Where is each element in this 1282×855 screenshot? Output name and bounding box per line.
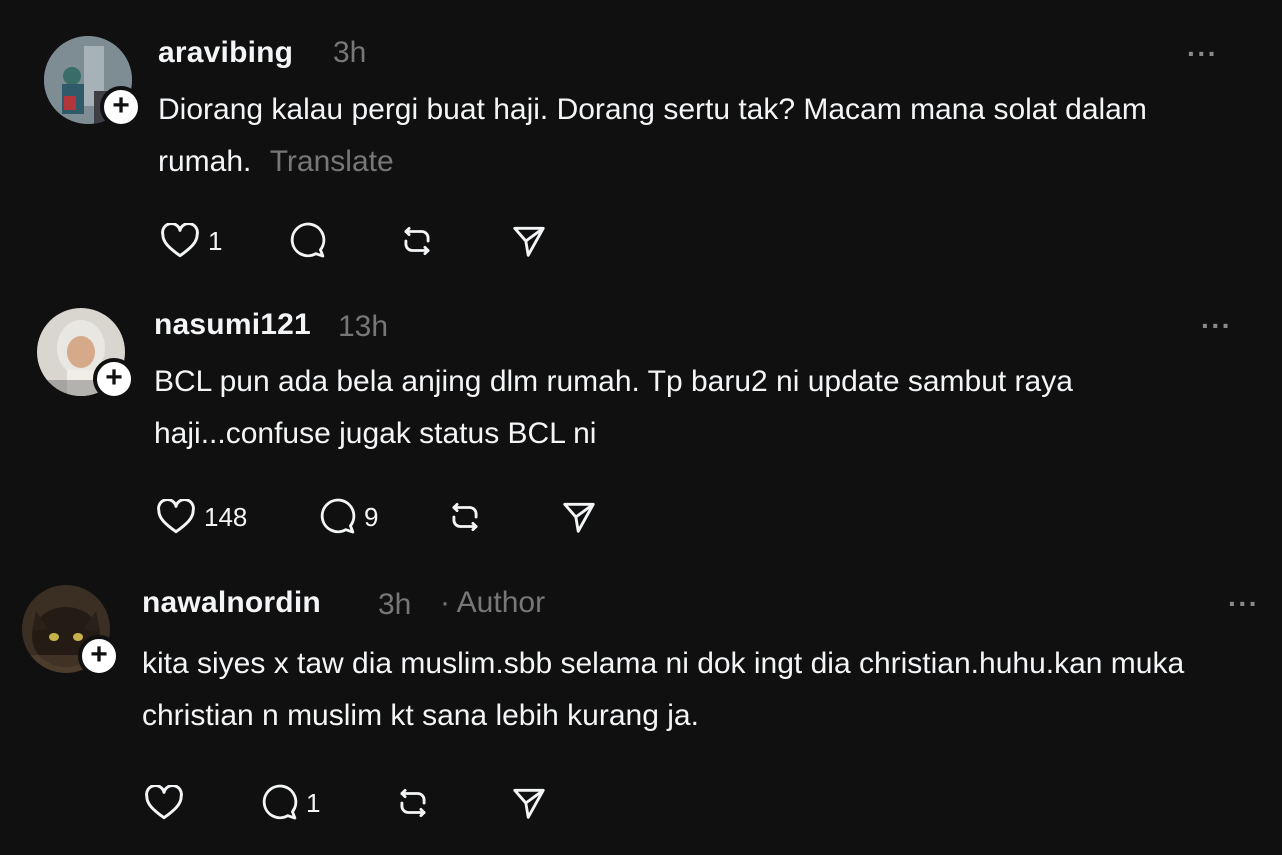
follow-button[interactable]: + — [100, 86, 142, 128]
comment-icon — [320, 498, 356, 534]
post-text: Diorang kalau pergi buat haji. Dorang se… — [158, 84, 1238, 188]
follow-button[interactable]: + — [93, 358, 135, 400]
like-count: 148 — [204, 501, 248, 532]
timestamp[interactable]: 3h — [333, 36, 366, 70]
reply-button[interactable] — [288, 216, 326, 266]
repost-button[interactable] — [446, 492, 484, 542]
avatar-wrap[interactable]: + — [37, 308, 135, 400]
share-button[interactable] — [510, 216, 548, 266]
translate-link[interactable]: Translate — [270, 145, 394, 178]
post-body: BCL pun ada bela anjing dlm rumah. Tp ba… — [154, 365, 1073, 450]
repost-icon — [400, 788, 426, 818]
send-icon — [563, 502, 595, 533]
author-tag: · Author — [440, 586, 546, 619]
share-button[interactable] — [560, 492, 598, 542]
send-icon — [513, 788, 545, 819]
plus-icon: + — [112, 88, 130, 122]
avatar-wrap[interactable]: + — [22, 585, 120, 677]
share-button[interactable] — [510, 778, 548, 828]
timestamp[interactable]: 3h — [378, 588, 411, 622]
action-bar: 1 — [158, 216, 578, 266]
follow-button[interactable]: + — [78, 635, 120, 677]
more-icon[interactable]: ··· — [1201, 310, 1232, 342]
like-button[interactable]: 148 — [156, 492, 247, 542]
username[interactable]: nawalnordin — [142, 586, 321, 620]
more-icon[interactable]: ··· — [1228, 588, 1259, 620]
reply-button[interactable]: 9 — [318, 492, 378, 542]
like-button[interactable]: 1 — [160, 216, 222, 266]
plus-icon: + — [105, 360, 123, 394]
heart-icon — [145, 785, 183, 820]
heart-icon — [157, 499, 195, 534]
like-count: 1 — [208, 225, 223, 256]
repost-button[interactable] — [394, 778, 432, 828]
comment-icon — [262, 784, 298, 820]
action-bar: 1 — [142, 778, 582, 828]
heart-icon — [161, 223, 199, 258]
comment-icon — [290, 222, 326, 258]
more-icon[interactable]: ··· — [1187, 38, 1218, 70]
post-body: kita siyes x taw dia muslim.sbb selama n… — [142, 647, 1185, 732]
repost-icon — [452, 502, 478, 532]
reply-button[interactable]: 1 — [260, 778, 320, 828]
username[interactable]: aravibing — [158, 36, 293, 70]
repost-button[interactable] — [398, 216, 436, 266]
action-bar: 148 9 — [154, 492, 614, 542]
timestamp[interactable]: 13h — [338, 310, 388, 344]
username[interactable]: nasumi121 — [154, 308, 311, 342]
like-button[interactable] — [144, 778, 184, 828]
avatar-wrap[interactable]: + — [44, 36, 142, 128]
repost-icon — [404, 226, 430, 256]
plus-icon: + — [90, 637, 108, 671]
post-text: kita siyes x taw dia muslim.sbb selama n… — [142, 638, 1252, 742]
send-icon — [513, 226, 545, 257]
post-text: BCL pun ada bela anjing dlm rumah. Tp ba… — [154, 356, 1214, 460]
reply-count: 1 — [306, 787, 321, 818]
reply-count: 9 — [364, 501, 379, 532]
